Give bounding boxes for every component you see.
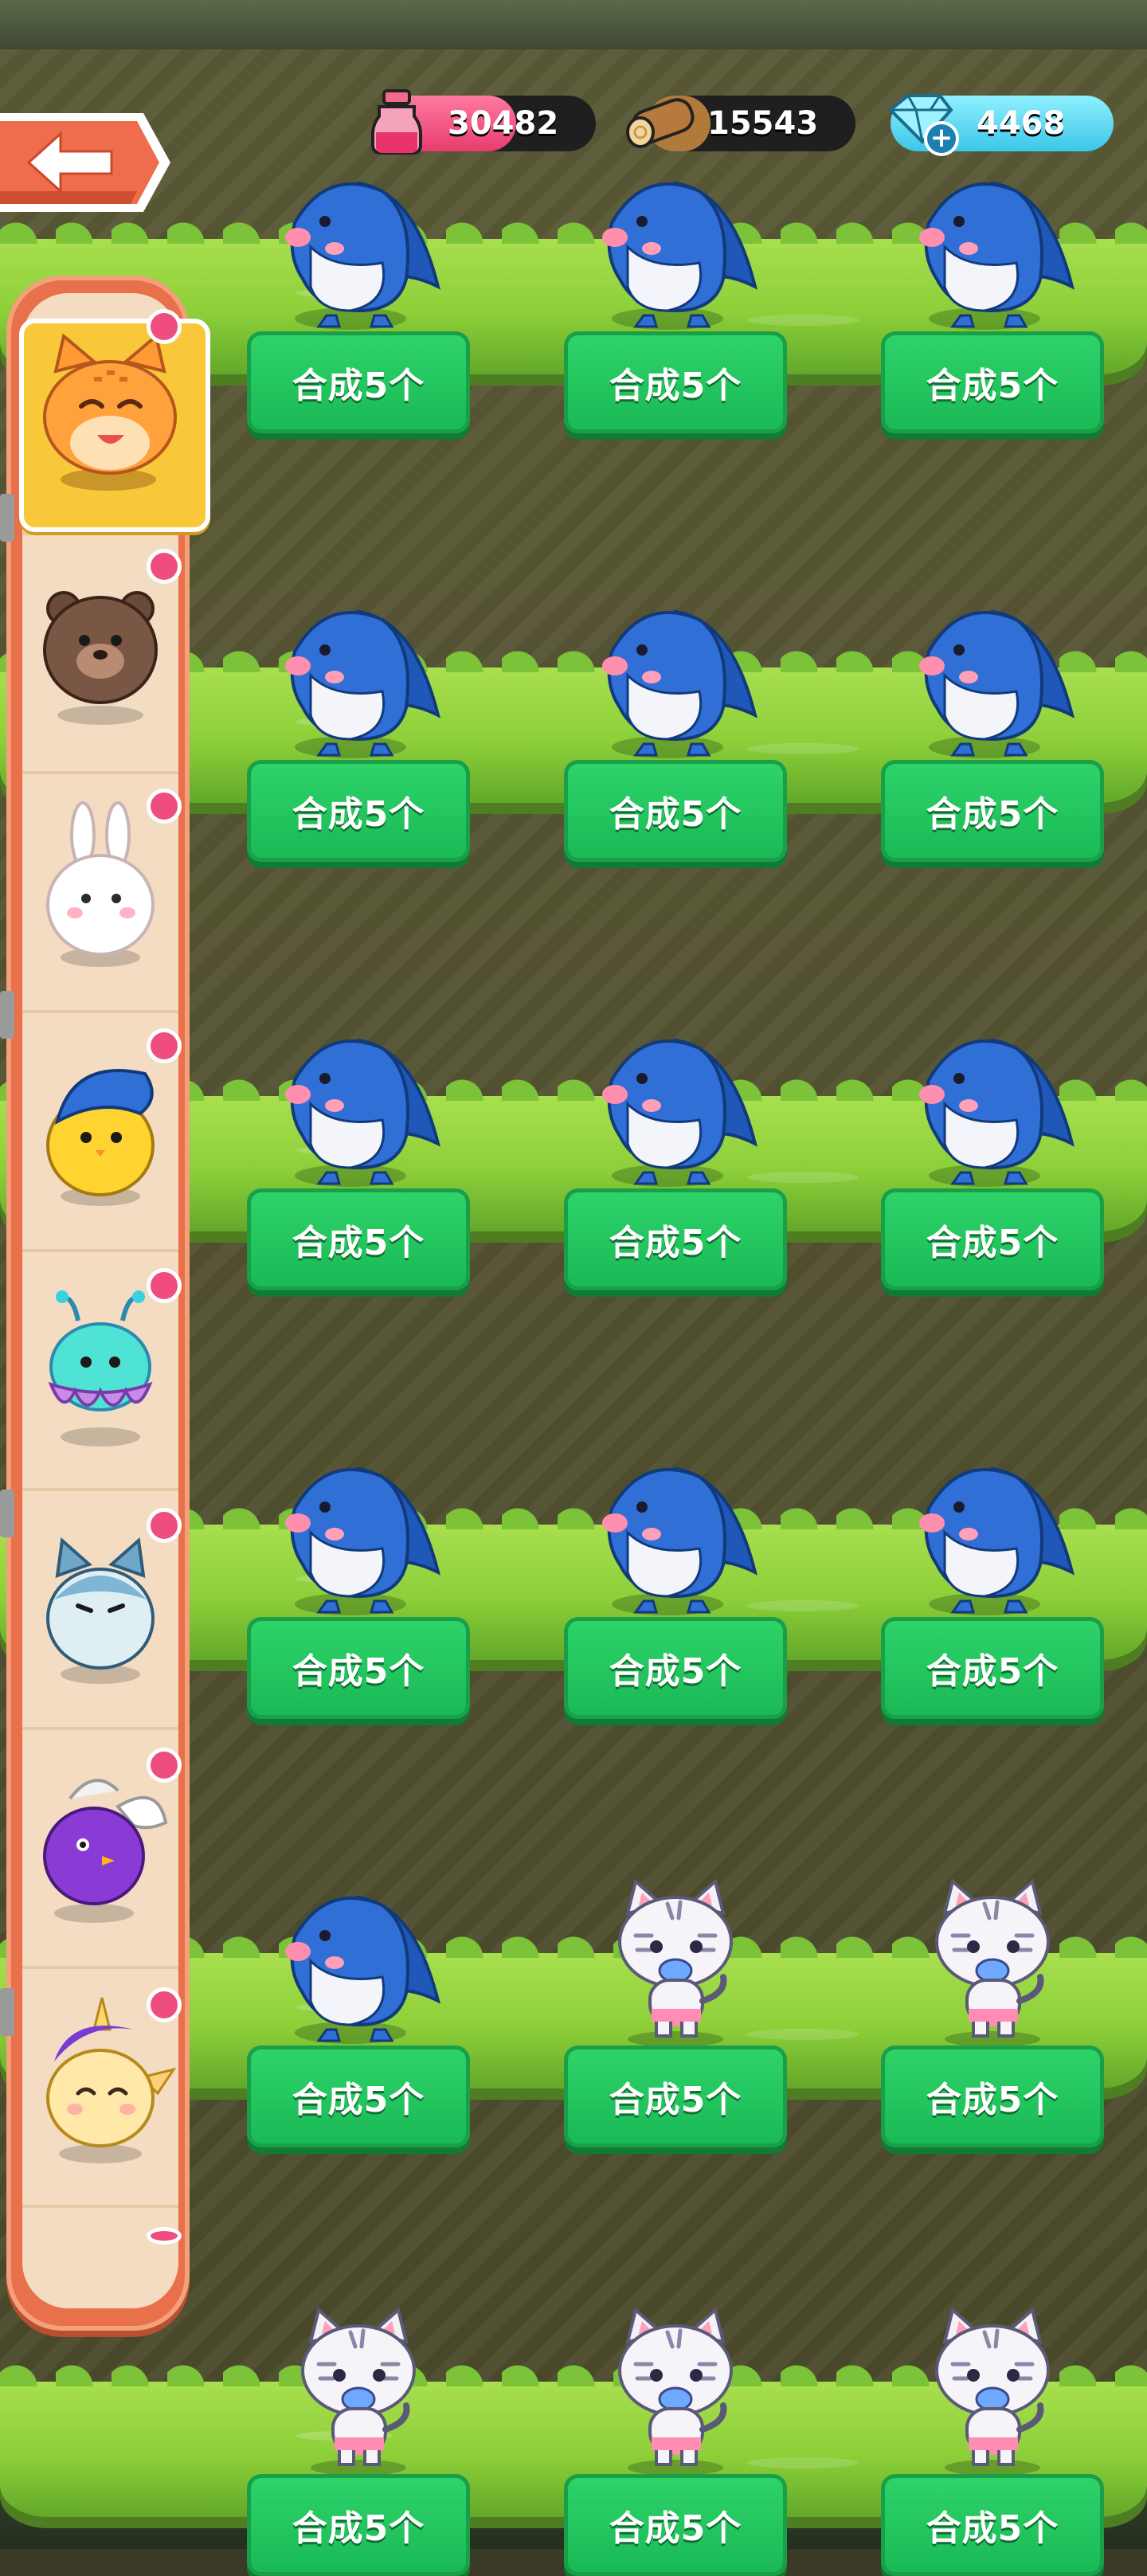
merge-5-button[interactable]: 合成5个 [564, 760, 787, 862]
pet-category-sidebar [6, 276, 190, 2331]
notification-dot [147, 549, 182, 584]
notification-dot [147, 789, 182, 824]
shark-pet[interactable] [263, 1445, 454, 1620]
sidebar-peg [0, 494, 14, 542]
orange-cat-icon [43, 333, 177, 491]
sidebar-peg [0, 1490, 14, 1537]
rabbit-icon [22, 795, 178, 973]
shark-pet[interactable] [897, 1016, 1088, 1192]
shark-pet[interactable] [580, 588, 771, 763]
gem-value: 4468 [977, 105, 1066, 142]
notification-dot [147, 2227, 182, 2245]
merge-5-button[interactable]: 合成5个 [881, 1188, 1104, 1290]
notification-dot [147, 1508, 182, 1543]
merge-5-button[interactable]: 合成5个 [881, 331, 1104, 433]
bear-icon [22, 556, 178, 734]
shark-pet[interactable] [580, 159, 771, 335]
shark-pet[interactable] [897, 588, 1088, 763]
back-button[interactable] [0, 102, 177, 223]
top-strip [0, 0, 1147, 49]
merge-5-button[interactable]: 合成5个 [564, 1617, 787, 1719]
shark-pet[interactable] [897, 1445, 1088, 1620]
sidebar-peg [0, 1988, 14, 2036]
shark-pet[interactable] [263, 588, 454, 763]
notification-dot [147, 1987, 182, 2022]
tiger-pet[interactable] [263, 2302, 454, 2477]
notification-dot [147, 1028, 182, 1063]
merge-5-button[interactable]: 合成5个 [564, 331, 787, 433]
tiger-pet[interactable] [897, 1873, 1088, 2049]
merge-5-button[interactable]: 合成5个 [247, 2046, 470, 2147]
tiger-pet[interactable] [580, 2302, 771, 2477]
merge-5-button[interactable]: 合成5个 [881, 2474, 1104, 2576]
merge-5-button[interactable]: 合成5个 [247, 1617, 470, 1719]
notification-dot [147, 309, 182, 344]
sidebar-peg [0, 991, 14, 1039]
potion-icon [371, 89, 422, 155]
add-gems-button[interactable]: + [924, 121, 959, 156]
shark-pet[interactable] [263, 159, 454, 335]
shark-pet[interactable] [580, 1445, 771, 1620]
shark-pet[interactable] [263, 1873, 454, 2049]
shark-pet[interactable] [263, 1016, 454, 1192]
wood-log-icon [626, 98, 695, 148]
shark-pet[interactable] [580, 1016, 771, 1192]
notification-dot [147, 1748, 182, 1783]
merge-5-button[interactable]: 合成5个 [564, 2046, 787, 2147]
shark-pet[interactable] [897, 159, 1088, 335]
merge-5-button[interactable]: 合成5个 [881, 2046, 1104, 2147]
merge-5-button[interactable]: 合成5个 [881, 1617, 1104, 1719]
tiger-pet[interactable] [897, 2302, 1088, 2477]
merge-5-button[interactable]: 合成5个 [881, 760, 1104, 862]
merge-5-button[interactable]: 合成5个 [247, 1188, 470, 1290]
wood-value: 15543 [707, 105, 819, 142]
merge-5-button[interactable]: 合成5个 [564, 1188, 787, 1290]
merge-5-button[interactable]: 合成5个 [564, 2474, 787, 2576]
merge-5-button[interactable]: 合成5个 [247, 331, 470, 433]
potion-value: 30482 [448, 105, 559, 142]
notification-dot [147, 1268, 182, 1303]
tiger-pet[interactable] [580, 1873, 771, 2049]
selected-category-frame[interactable] [19, 319, 210, 532]
merge-5-button[interactable]: 合成5个 [247, 2474, 470, 2576]
merge-5-button[interactable]: 合成5个 [247, 760, 470, 862]
